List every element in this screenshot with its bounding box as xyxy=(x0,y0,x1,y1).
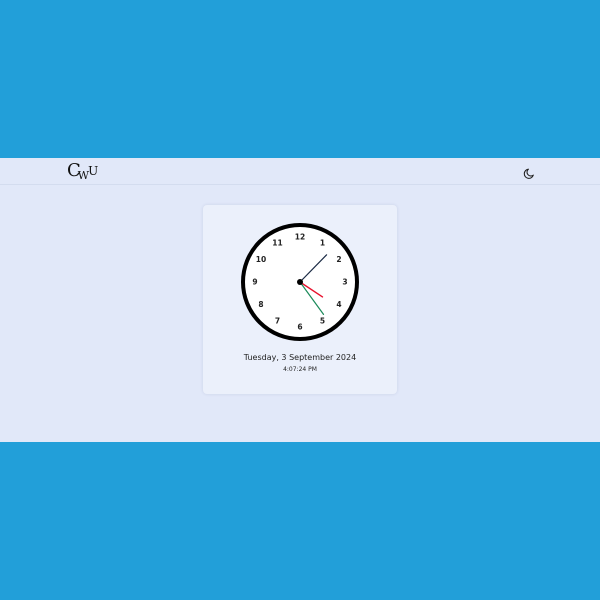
navbar: CWU xyxy=(0,158,600,185)
clock-number: 3 xyxy=(342,278,347,287)
clock-center-pin xyxy=(297,279,303,285)
logo[interactable]: CWU xyxy=(67,160,98,182)
app-page: CWU 12 1 2 3 4 5 6 7 8 9 10 11 Tuesday, 3 September… xyxy=(0,158,600,442)
clock-number: 8 xyxy=(258,300,263,309)
clock-number: 9 xyxy=(252,278,257,287)
logo-letter-u: U xyxy=(88,164,99,178)
clock-number: 6 xyxy=(297,323,302,332)
clock-number: 11 xyxy=(272,239,282,248)
time-label: 4:07:24 PM xyxy=(283,366,317,373)
clock-card: 12 1 2 3 4 5 6 7 8 9 10 11 Tuesday, 3 September 202… xyxy=(203,205,397,394)
clock-number: 5 xyxy=(320,316,325,325)
clock-number: 7 xyxy=(275,316,280,325)
theme-toggle-button[interactable] xyxy=(523,165,536,179)
date-label: Tuesday, 3 September 2024 xyxy=(243,353,357,362)
analog-clock: 121234567891011 xyxy=(241,223,359,341)
clock-number: 12 xyxy=(295,233,305,242)
clock-number: 10 xyxy=(256,255,266,264)
clock-number: 2 xyxy=(336,255,341,264)
clock-number: 4 xyxy=(336,300,341,309)
clock-number: 1 xyxy=(320,239,325,248)
moon-icon xyxy=(523,168,534,179)
